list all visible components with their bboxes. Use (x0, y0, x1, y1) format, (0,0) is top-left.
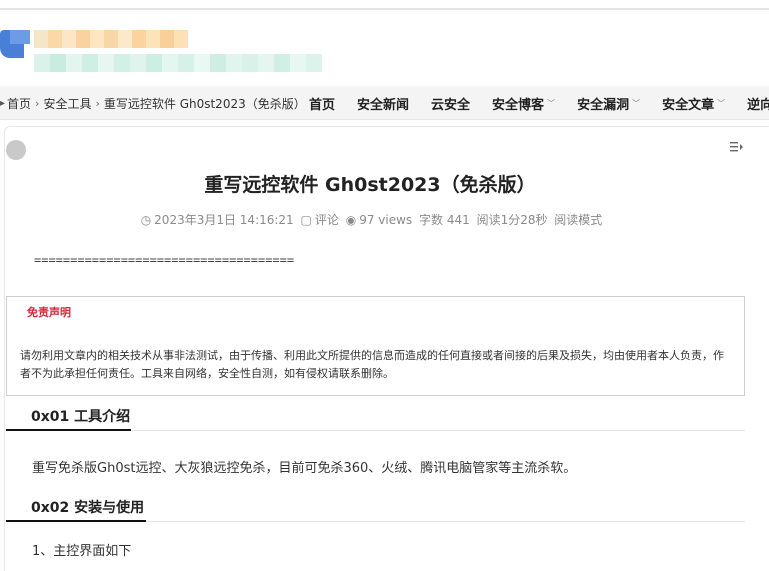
breadcrumb-home[interactable]: 首页 (7, 95, 31, 112)
nav-label: 逆向 (747, 97, 769, 113)
view-count: 97 views (359, 213, 413, 227)
article-meta: ◷ 2023年3月1日 14:16:21 ▢ 评论 ◉ 97 views 字数 441… (0, 211, 746, 228)
heading-underline (6, 429, 131, 431)
nav-item-vulnerabilities[interactable]: 安全漏洞 ﹀ (577, 94, 640, 113)
word-count: 字数 441 (419, 213, 470, 227)
disclaimer-text: 请勿利用文章内的相关技术从事非法测试，由于传播、利用此文所提供的信息而造成的任何… (20, 349, 724, 380)
main-menu: 首页 安全新闻 云安全 安全博客 ﹀ 安全漏洞 ﹀ 安全文章 ﹀ 逆向 (309, 86, 769, 120)
logo-icon (0, 30, 34, 60)
heading-underline (6, 520, 146, 522)
separator-line: ==================================== (34, 253, 295, 267)
chevron-down-icon: ﹀ (547, 98, 556, 108)
breadcrumb: ▸ 首页 › 安全工具 › 重写远控软件 Gh0st2023（免杀版） (0, 86, 306, 120)
read-mode-link[interactable]: 阅读模式 (554, 213, 602, 227)
eye-icon: ◉ (345, 213, 357, 227)
nav-item-security-news[interactable]: 安全新闻 (357, 94, 409, 113)
breadcrumb-current: 重写远控软件 Gh0st2023（免杀版） (103, 96, 306, 111)
chevron-right-icon: › (95, 96, 100, 110)
chevron-down-icon: ﹀ (632, 98, 641, 108)
comments-link[interactable]: 评论 (315, 213, 339, 227)
comment-icon: ▢ (300, 213, 312, 227)
section-paragraph: 重写免杀版Gh0st远控、大灰狼远控免杀，目前可免杀360、火绒、腾讯电脑管家等… (32, 461, 577, 476)
site-name-blurred (34, 30, 188, 48)
nav-label: 首页 (309, 97, 336, 113)
nav-label: 安全新闻 (357, 97, 410, 113)
top-divider (0, 8, 769, 10)
home-icon: ▸ (0, 97, 6, 109)
navigation-bar: ▸ 首页 › 安全工具 › 重写远控软件 Gh0st2023（免杀版） 首页 安… (0, 86, 769, 120)
avatar[interactable] (6, 140, 26, 160)
chevron-right-icon: › (35, 96, 40, 110)
post-date: 2023年3月1日 14:16:21 (154, 213, 294, 227)
site-slogan-blurred (34, 54, 322, 72)
read-time: 阅读1分28秒 (476, 213, 548, 227)
breadcrumb-category[interactable]: 安全工具 (43, 95, 91, 112)
table-of-contents-icon[interactable] (730, 141, 746, 155)
site-logo[interactable] (0, 22, 340, 82)
disclaimer-title: 免责声明 (27, 306, 71, 319)
nav-label: 安全文章 (662, 97, 715, 113)
toc-icon-svg (730, 142, 743, 152)
nav-label: 安全博客 (492, 97, 545, 113)
section-heading: 0x02 安装与使用 (31, 500, 145, 516)
clock-icon: ◷ (140, 213, 152, 227)
nav-item-cloud-security[interactable]: 云安全 (431, 94, 470, 113)
nav-item-reverse[interactable]: 逆向 (747, 94, 769, 113)
section-heading: 0x01 工具介绍 (31, 409, 131, 425)
chevron-down-icon: ﹀ (717, 98, 726, 108)
nav-label: 安全漏洞 (577, 97, 630, 113)
nav-label: 云安全 (431, 97, 471, 113)
article-title: 重写远控软件 Gh0st2023（免杀版） (204, 174, 536, 196)
nav-item-articles[interactable]: 安全文章 ﹀ (662, 94, 725, 113)
section-paragraph: 1、主控界面如下 (32, 544, 132, 559)
nav-item-security-blog[interactable]: 安全博客 ﹀ (492, 94, 555, 113)
nav-item-home[interactable]: 首页 (309, 94, 335, 113)
disclaimer-box: 免责声明 请勿利用文章内的相关技术从事非法测试，由于传播、利用此文所提供的信息而… (6, 296, 745, 396)
